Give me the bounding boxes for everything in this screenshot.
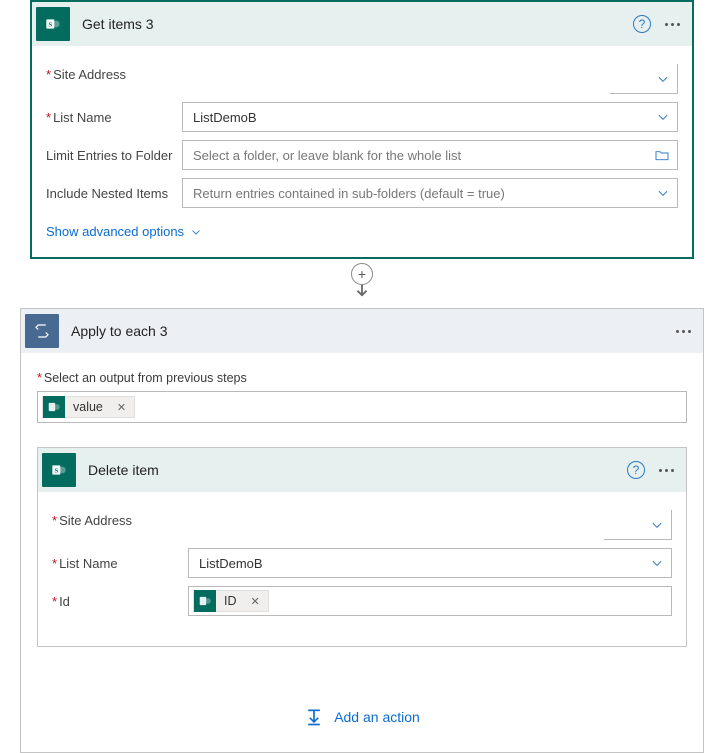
di-list-name-label: *List Name	[52, 556, 188, 571]
limit-folder-label: Limit Entries to Folder	[46, 148, 182, 163]
delete-item-title: Delete item	[88, 462, 627, 478]
di-list-name-input[interactable]: ListDemoB	[188, 548, 672, 578]
svg-text:S: S	[54, 468, 58, 475]
include-nested-row: Include Nested Items Return entries cont…	[46, 178, 678, 208]
apply-each-card: Apply to each 3 *Select an output from p…	[20, 308, 704, 753]
add-action-link[interactable]: Add an action	[304, 707, 420, 727]
select-output-input[interactable]: value ✕	[37, 391, 687, 423]
site-address-row: *Site Address	[46, 64, 678, 94]
sharepoint-icon	[194, 590, 216, 612]
chevron-down-icon[interactable]	[656, 186, 670, 200]
token-label: value	[65, 400, 109, 414]
delete-item-card: S Delete item ? *Site Address	[37, 447, 687, 647]
loop-icon	[25, 314, 59, 348]
list-name-input[interactable]: ListDemoB	[182, 102, 678, 132]
di-id-input[interactable]: ID ✕	[188, 586, 672, 616]
menu-icon[interactable]	[659, 469, 674, 472]
chevron-down-icon[interactable]	[656, 110, 670, 124]
get-items-header[interactable]: S Get items 3 ?	[32, 2, 692, 46]
add-action-area: Add an action	[37, 707, 687, 730]
include-nested-input[interactable]: Return entries contained in sub-folders …	[182, 178, 678, 208]
show-advanced-label: Show advanced options	[46, 224, 184, 239]
remove-token-icon[interactable]: ✕	[109, 401, 134, 414]
add-step-button[interactable]: +	[351, 263, 373, 285]
svg-text:S: S	[48, 22, 52, 29]
add-action-icon	[304, 707, 324, 727]
menu-icon[interactable]	[676, 330, 691, 333]
remove-token-icon[interactable]: ✕	[243, 595, 268, 608]
help-icon[interactable]: ?	[627, 461, 645, 479]
di-site-address-row: *Site Address	[52, 510, 672, 540]
list-name-row: *List Name ListDemoB	[46, 102, 678, 132]
chevron-down-icon[interactable]	[650, 556, 664, 570]
value-token[interactable]: value ✕	[42, 396, 135, 418]
chevron-down-icon[interactable]	[650, 518, 664, 532]
folder-icon[interactable]	[654, 147, 670, 163]
di-id-label: *Id	[52, 594, 188, 609]
list-name-label: *List Name	[46, 110, 182, 125]
add-action-label: Add an action	[334, 709, 420, 725]
connector: +	[10, 259, 714, 302]
limit-folder-input[interactable]: Select a folder, or leave blank for the …	[182, 140, 678, 170]
get-items-card: S Get items 3 ? *Site Address *List Name	[30, 0, 694, 259]
di-id-row: *Id ID ✕	[52, 586, 672, 616]
help-icon[interactable]: ?	[633, 15, 651, 33]
id-token[interactable]: ID ✕	[193, 590, 269, 612]
limit-folder-row: Limit Entries to Folder Select a folder,…	[46, 140, 678, 170]
chevron-down-icon[interactable]	[656, 72, 670, 86]
include-nested-label: Include Nested Items	[46, 186, 182, 201]
token-label: ID	[216, 594, 243, 608]
chevron-down-icon	[190, 226, 202, 238]
delete-item-header[interactable]: S Delete item ?	[38, 448, 686, 492]
site-address-label: *Site Address	[46, 67, 182, 92]
di-site-address-label: *Site Address	[52, 513, 188, 538]
select-output-label: *Select an output from previous steps	[37, 371, 687, 385]
menu-icon[interactable]	[665, 23, 680, 26]
apply-each-title: Apply to each 3	[71, 323, 676, 339]
sharepoint-icon	[43, 396, 65, 418]
get-items-title: Get items 3	[82, 16, 633, 32]
apply-each-header[interactable]: Apply to each 3	[21, 309, 703, 353]
di-list-name-row: *List Name ListDemoB	[52, 548, 672, 578]
show-advanced-link[interactable]: Show advanced options	[46, 224, 202, 239]
sharepoint-icon: S	[36, 7, 70, 41]
sharepoint-icon: S	[42, 453, 76, 487]
